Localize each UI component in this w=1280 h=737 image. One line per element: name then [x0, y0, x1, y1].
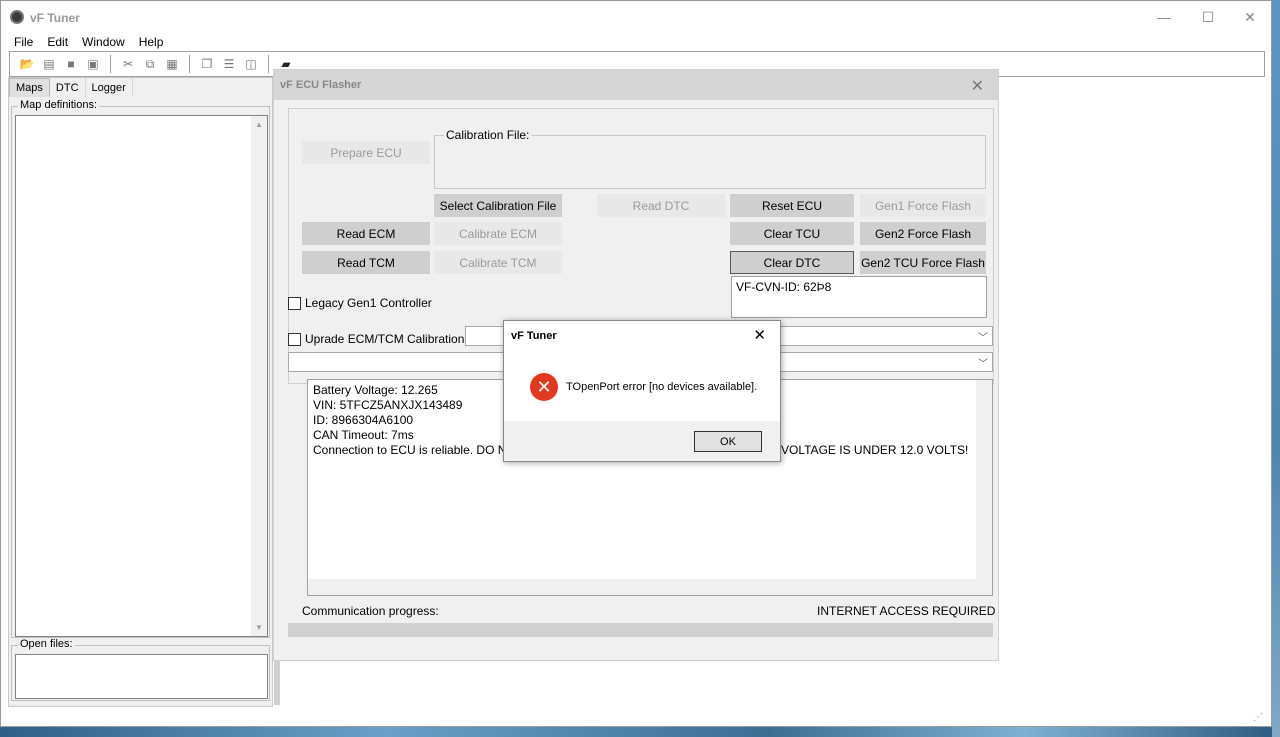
tab-maps[interactable]: Maps: [9, 78, 50, 97]
map-definitions-list[interactable]: ▲ ▼: [15, 115, 268, 637]
gen2-force-flash-button[interactable]: Gen2 Force Flash: [860, 222, 986, 245]
calibrate-tcm-button[interactable]: Calibrate TCM: [434, 251, 562, 274]
calibrate-ecm-button[interactable]: Calibrate ECM: [434, 222, 562, 245]
error-icon: ✕: [530, 373, 558, 401]
read-dtc-button[interactable]: Read DTC: [597, 194, 725, 217]
upgrade-calibration-label: Uprade ECM/TCM Calibration: [305, 332, 465, 346]
paste-icon[interactable]: ▦: [163, 55, 181, 73]
save-icon[interactable]: ■: [62, 55, 80, 73]
map-definitions-group: Map definitions: ▲ ▼: [11, 99, 270, 638]
flasher-title-bar: vF ECU Flasher ✕: [274, 70, 998, 100]
log-vertical-scrollbar[interactable]: [976, 380, 992, 580]
open-files-group: Open files:: [11, 638, 270, 701]
toolbar-separator: [268, 55, 269, 73]
gen1-force-flash-button[interactable]: Gen1 Force Flash: [860, 194, 986, 217]
copy-icon[interactable]: ⧉: [141, 55, 159, 73]
log-line: Connection to ECU is reliable. DO NO: [313, 443, 516, 457]
clear-tcu-button[interactable]: Clear TCU: [730, 222, 854, 245]
desktop-background: [0, 727, 1280, 737]
toolbar-separator: [189, 55, 190, 73]
calibration-file-group: [434, 135, 986, 189]
left-panel: Maps DTC Logger Map definitions: ▲ ▼ Open…: [8, 77, 273, 707]
tile-horizontal-icon[interactable]: ☰: [220, 55, 238, 73]
open-files-list[interactable]: [15, 654, 268, 699]
prepare-ecu-button[interactable]: Prepare ECU: [302, 141, 430, 164]
desktop-background-edge: [1272, 0, 1280, 737]
read-ecm-button[interactable]: Read ECM: [302, 222, 430, 245]
map-definitions-scrollbar[interactable]: ▲ ▼: [251, 116, 267, 636]
log-line: CAN Timeout: 7ms: [313, 428, 414, 442]
map-definitions-label: Map definitions:: [18, 99, 100, 111]
menu-help[interactable]: Help: [132, 35, 171, 49]
legacy-gen1-checkbox[interactable]: [288, 296, 301, 310]
save-all-icon[interactable]: ▣: [84, 55, 102, 73]
tab-logger[interactable]: Logger: [85, 78, 133, 97]
window-title: vF Tuner: [30, 11, 80, 25]
minimize-button[interactable]: —: [1141, 1, 1187, 33]
ok-button[interactable]: OK: [694, 431, 762, 452]
close-button[interactable]: ✕: [1227, 1, 1273, 33]
legacy-gen1-row: Legacy Gen1 Controller: [288, 296, 432, 310]
cut-icon[interactable]: ✂: [119, 55, 137, 73]
panel-splitter[interactable]: [274, 660, 280, 705]
chevron-down-icon: ﹀: [978, 359, 988, 370]
upgrade-calibration-row: Uprade ECM/TCM Calibration: [288, 332, 464, 346]
reset-ecu-button[interactable]: Reset ECU: [730, 194, 854, 217]
flasher-title: vF ECU Flasher: [280, 79, 362, 91]
dialog-body: ✕ TOpenPort error [no devices available]…: [504, 351, 780, 421]
open-folder-icon[interactable]: 📂: [18, 55, 36, 73]
calibration-file-label: Calibration File:: [444, 128, 532, 142]
internet-access-label: INTERNET ACCESS REQUIRED: [817, 604, 996, 618]
error-dialog: vF Tuner ✕ ✕ TOpenPort error [no devices…: [503, 320, 781, 462]
legacy-gen1-label: Legacy Gen1 Controller: [305, 296, 432, 310]
tile-vertical-icon[interactable]: ◫: [242, 55, 260, 73]
tab-dtc[interactable]: DTC: [49, 78, 86, 97]
cvn-id-display: VF-CVN-ID: 62Þ8: [731, 276, 987, 318]
dialog-message: TOpenPort error [no devices available].: [566, 381, 758, 393]
app-icon: [10, 10, 24, 24]
menu-file[interactable]: File: [7, 35, 40, 49]
title-bar: vF Tuner — ☐ ✕: [1, 1, 1271, 33]
read-tcm-button[interactable]: Read TCM: [302, 251, 430, 274]
log-line: ID: 8966304A6100: [313, 413, 414, 427]
open-files-label: Open files:: [18, 638, 75, 650]
upgrade-calibration-checkbox[interactable]: [288, 332, 301, 346]
menu-edit[interactable]: Edit: [40, 35, 75, 49]
chevron-down-icon: ﹀: [978, 333, 988, 344]
toolbar-separator: [110, 55, 111, 73]
dialog-title: vF Tuner: [511, 330, 557, 342]
cascade-icon[interactable]: ❐: [198, 55, 216, 73]
log-line: Battery Voltage: 12.265: [313, 383, 438, 397]
open-file-icon[interactable]: ▤: [40, 55, 58, 73]
maximize-button[interactable]: ☐: [1185, 1, 1231, 33]
dialog-close-icon[interactable]: ✕: [753, 326, 766, 344]
log-horizontal-scrollbar[interactable]: [308, 579, 992, 595]
gen2-tcu-force-flash-button[interactable]: Gen2 TCU Force Flash: [860, 251, 986, 274]
menu-bar: File Edit Window Help: [1, 33, 1271, 51]
flasher-close-icon[interactable]: ✕: [971, 76, 984, 96]
log-line: VIN: 5TFCZ5ANXJX143489: [313, 398, 463, 412]
resize-grip-icon[interactable]: ⋰: [1253, 712, 1263, 723]
dialog-title-bar: vF Tuner ✕: [504, 321, 780, 351]
log-line: VOLTAGE IS UNDER 12.0 VOLTS!: [781, 443, 969, 457]
left-tabs: Maps DTC Logger: [9, 78, 133, 97]
communication-progress-label: Communication progress:: [302, 604, 439, 618]
communication-progress-bar: [288, 623, 993, 637]
select-calibration-file-button[interactable]: Select Calibration File: [434, 194, 562, 217]
menu-window[interactable]: Window: [75, 35, 132, 49]
clear-dtc-button[interactable]: Clear DTC: [730, 251, 854, 274]
